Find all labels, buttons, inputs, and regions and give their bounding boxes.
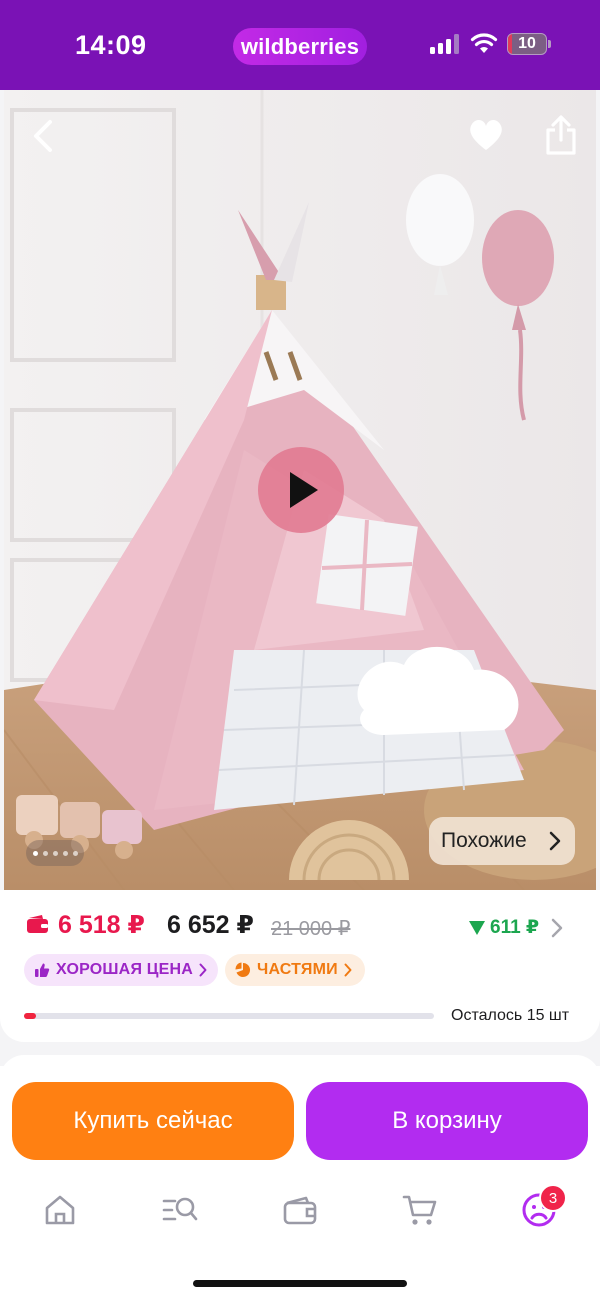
app-badge[interactable]: wildberries: [233, 28, 367, 65]
home-icon: [45, 1195, 75, 1225]
status-bar: 14:09 wildberries 10: [0, 0, 600, 90]
tab-catalog[interactable]: [158, 1188, 202, 1232]
battery-percent: 10: [518, 35, 536, 52]
buy-now-button[interactable]: Купить сейчас: [12, 1082, 294, 1160]
add-to-cart-button[interactable]: В корзину: [306, 1082, 588, 1160]
pagination-dot: [42, 850, 48, 856]
play-icon: [290, 472, 318, 508]
tab-cart[interactable]: [398, 1188, 442, 1232]
home-indicator: [193, 1280, 407, 1287]
wifi-icon: [470, 33, 498, 53]
chevron-right-icon[interactable]: [551, 918, 563, 938]
catalog-search-icon: [162, 1197, 198, 1221]
battery-level: [508, 34, 512, 54]
battery-icon: 10: [507, 33, 547, 55]
cellular-signal-icon: [430, 34, 459, 54]
profile-notification-badge: 3: [539, 1184, 567, 1212]
share-icon[interactable]: [541, 114, 581, 156]
pagination-dot: [72, 850, 78, 856]
price-drop-value[interactable]: 611 ₽: [490, 916, 539, 939]
play-video-button[interactable]: [258, 447, 344, 533]
good-price-label: ХОРОШАЯ ЦЕНА: [56, 961, 194, 978]
pie-chart-icon: [235, 962, 251, 977]
wallet-price-icon: [27, 915, 48, 933]
chevron-right-icon: [199, 963, 207, 977]
tab-bar: [0, 1178, 600, 1248]
similar-label: Похожие: [441, 829, 527, 852]
price-card: 6 518 ₽ 6 652 ₽ 21 000 ₽ 611 ₽ ХОРОШАЯ Ц…: [0, 890, 600, 1042]
stock-progress-bar: [24, 1013, 434, 1019]
price-drop-arrow-icon: [469, 921, 485, 935]
wallet-price: 6 518 ₽: [58, 911, 145, 939]
similar-button[interactable]: Похожие: [429, 817, 575, 865]
back-arrow-icon[interactable]: [24, 114, 64, 158]
thumbs-up-icon: [35, 963, 50, 977]
regular-price: 6 652 ₽: [167, 911, 254, 939]
old-price: 21 000 ₽: [271, 918, 351, 940]
wallet-icon: [283, 1196, 317, 1225]
pagination-dot: [32, 850, 38, 856]
bottom-action-bar: Купить сейчас В корзину: [0, 1066, 600, 1300]
tab-home[interactable]: [38, 1188, 82, 1232]
gallery-pagination: [26, 840, 84, 866]
installments-badge[interactable]: ЧАСТЯМИ: [225, 954, 365, 986]
chevron-right-icon: [344, 963, 352, 977]
pagination-dot: [62, 850, 68, 856]
stock-remaining-label: Осталось 15 шт: [451, 1007, 570, 1024]
battery-tip: [548, 40, 551, 48]
good-price-badge[interactable]: ХОРОШАЯ ЦЕНА: [24, 954, 218, 986]
tab-wallet[interactable]: [278, 1188, 322, 1232]
status-time: 14:09: [75, 30, 147, 60]
chevron-right-icon: [549, 831, 561, 851]
stock-progress-fill: [24, 1013, 37, 1019]
installments-label: ЧАСТЯМИ: [257, 961, 338, 978]
heart-icon[interactable]: [466, 116, 506, 154]
cart-icon: [402, 1195, 437, 1225]
product-photo[interactable]: Похожие: [4, 90, 596, 890]
pagination-dot: [52, 850, 58, 856]
